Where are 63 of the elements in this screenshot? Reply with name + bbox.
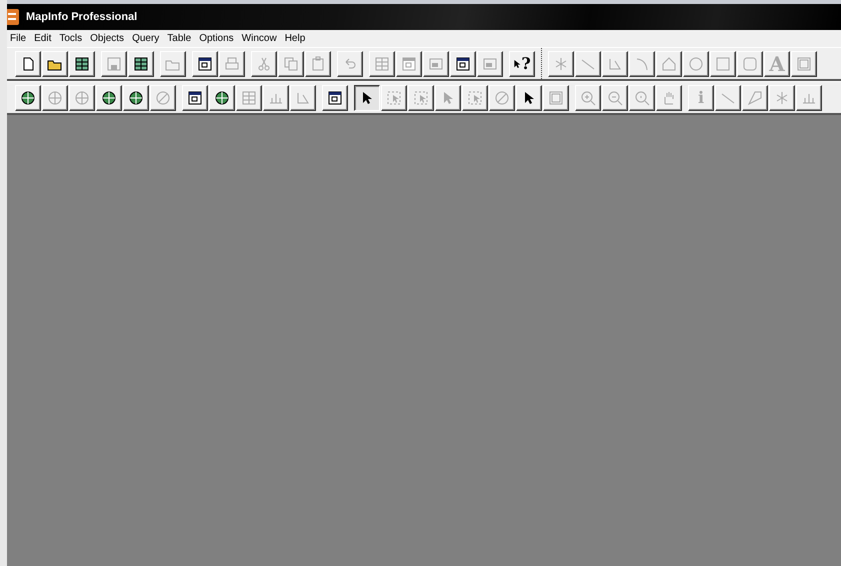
slash-icon xyxy=(155,90,171,106)
menu-item[interactable]: Options xyxy=(196,33,239,44)
layout-icon xyxy=(428,56,444,72)
globe-button[interactable] xyxy=(96,84,122,110)
app-icon xyxy=(7,8,20,26)
globe-icon xyxy=(47,90,63,106)
menu-item[interactable]: Tocls xyxy=(56,33,88,44)
globe-button[interactable] xyxy=(15,84,41,110)
grid-icon xyxy=(133,56,149,72)
marquee-icon xyxy=(413,90,429,106)
zoom-out-icon xyxy=(607,90,623,106)
globe-button[interactable] xyxy=(123,84,149,110)
frame-icon xyxy=(548,90,564,106)
zoom-in-icon xyxy=(580,90,596,106)
globe-icon xyxy=(101,90,117,106)
magnifier-icon xyxy=(634,90,650,106)
pointer-button[interactable] xyxy=(354,84,380,110)
window-icon xyxy=(187,90,203,106)
grid-icon xyxy=(241,90,257,106)
help-button[interactable]: ? xyxy=(509,50,535,76)
globe-button[interactable] xyxy=(209,84,235,110)
symbol-icon xyxy=(553,56,569,72)
window-icon xyxy=(327,90,343,106)
menu-item[interactable]: Objects xyxy=(87,33,130,44)
window-icon xyxy=(197,56,213,72)
globe-icon xyxy=(74,90,90,106)
arc-icon xyxy=(634,56,650,72)
menu-item[interactable]: Query xyxy=(129,33,164,44)
window-title: MapInfo Professional xyxy=(26,11,138,23)
menu-item[interactable]: File xyxy=(7,33,32,44)
grid-icon xyxy=(74,56,90,72)
scissors-icon xyxy=(256,56,272,72)
ellipse-icon xyxy=(688,56,704,72)
window-icon xyxy=(401,56,417,72)
symbol-icon xyxy=(774,90,790,106)
window-button[interactable] xyxy=(192,50,218,76)
window-button[interactable] xyxy=(182,84,208,110)
globe-icon xyxy=(128,90,144,106)
polygon-icon xyxy=(661,56,677,72)
grid-button[interactable] xyxy=(128,50,154,76)
globe-icon xyxy=(20,90,36,106)
window-icon xyxy=(455,56,471,72)
menu-item[interactable]: Wincow xyxy=(238,33,282,44)
copy-icon xyxy=(283,56,299,72)
globe-icon xyxy=(214,90,230,106)
printer-icon xyxy=(224,56,240,72)
menu-item[interactable]: Table xyxy=(164,33,196,44)
layout-icon xyxy=(482,56,498,72)
window-button[interactable] xyxy=(322,84,348,110)
menu-item[interactable]: Help xyxy=(282,33,310,44)
grid-button[interactable] xyxy=(69,50,95,76)
marquee-icon xyxy=(467,90,483,106)
rounded-rectangle-icon xyxy=(742,56,758,72)
clipboard-icon xyxy=(310,56,326,72)
frame-icon xyxy=(796,56,812,72)
slash-icon xyxy=(494,90,510,106)
grid-icon xyxy=(374,56,390,72)
folder-button[interactable] xyxy=(42,50,68,76)
window-button[interactable] xyxy=(450,50,476,76)
document-button[interactable] xyxy=(15,50,41,76)
menu-item[interactable]: Edit xyxy=(31,33,56,44)
marquee-icon xyxy=(386,90,402,106)
rectangle-icon xyxy=(715,56,731,72)
